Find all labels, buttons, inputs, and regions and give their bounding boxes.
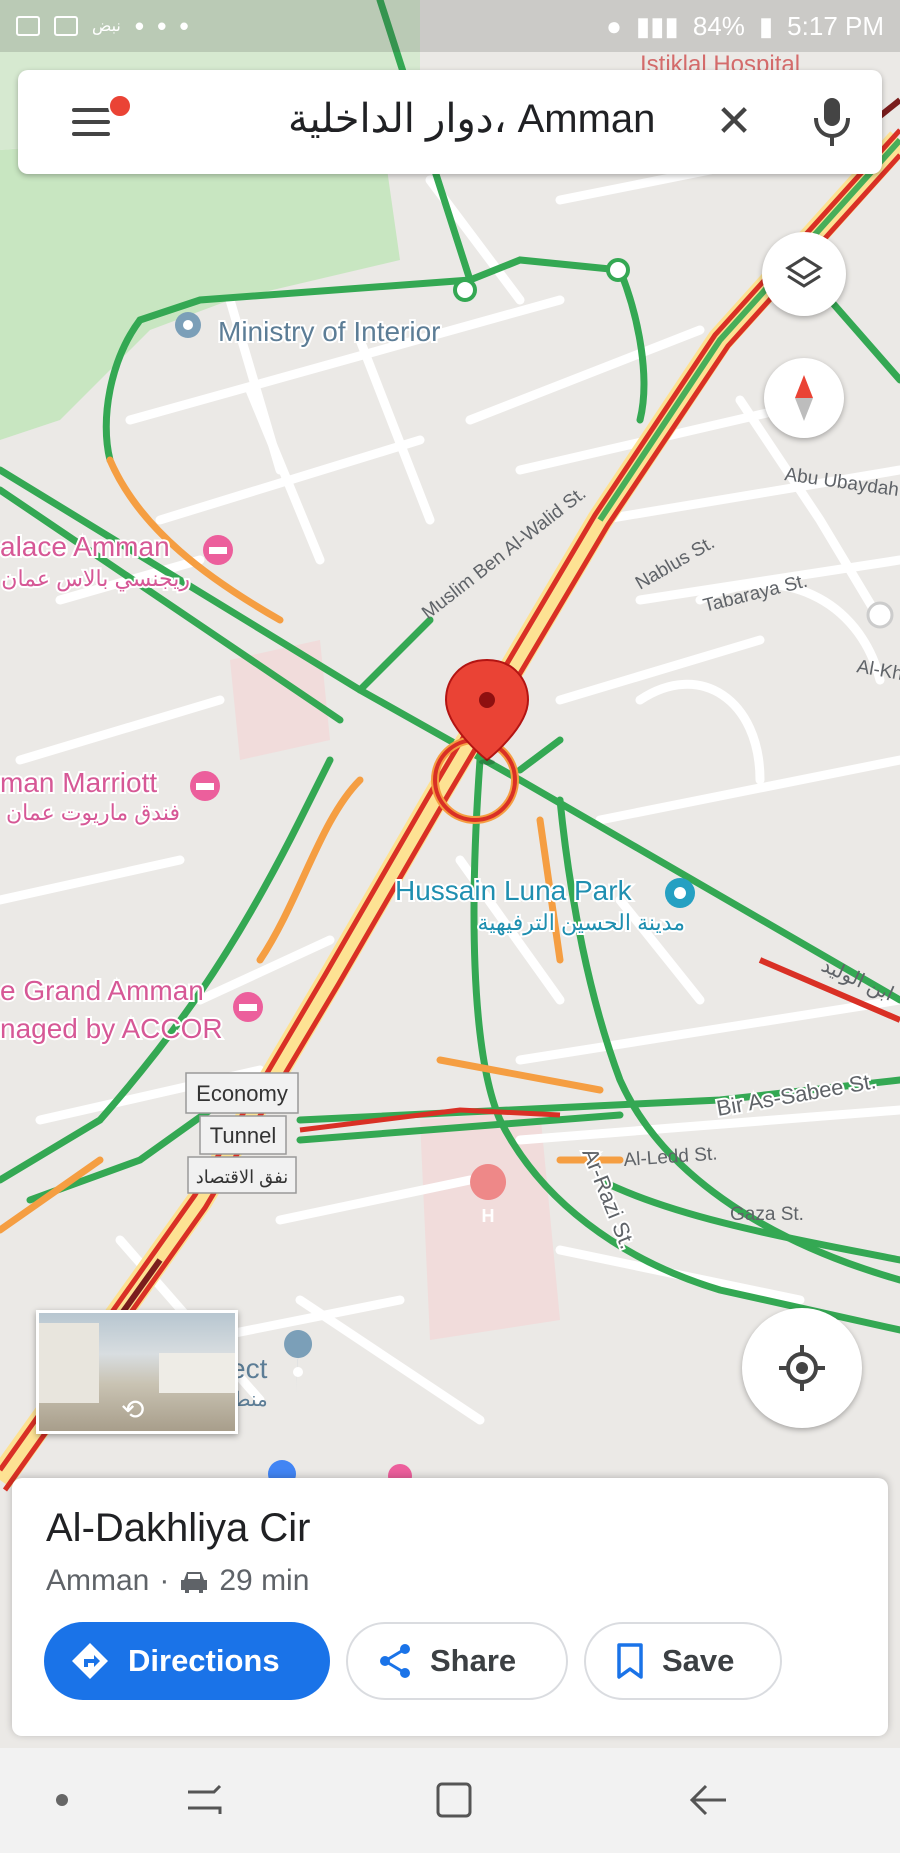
place-card[interactable]: Al-Dakhliya Cir Amman · 29 min Direction… xyxy=(12,1478,888,1736)
tunnel-label-box: Economy Tunnel نفق الاقتصاد xyxy=(185,1072,299,1194)
place-pin-icon[interactable] xyxy=(284,1330,313,1392)
label-tunnel: Tunnel xyxy=(210,1123,276,1148)
status-left: نبض • • • xyxy=(16,11,192,42)
label-al-kh: Al-Kh xyxy=(855,656,900,685)
place-title: Al-Dakhliya Cir xyxy=(46,1506,311,1550)
more-notifications-icon: • • • xyxy=(134,10,192,41)
ministry-poi-icon[interactable] xyxy=(175,312,201,338)
share-button[interactable]: Share xyxy=(346,1622,568,1700)
compass-button[interactable] xyxy=(764,358,844,438)
hotel-icon[interactable] xyxy=(203,535,233,565)
label-grand-amman: e Grand Amman xyxy=(0,975,204,1006)
directions-icon xyxy=(72,1643,108,1679)
label-marriott: man Marriott xyxy=(0,767,157,798)
label-nablus-st: Nablus St. xyxy=(632,532,718,594)
notification-dot-icon xyxy=(108,94,132,118)
junction xyxy=(453,278,477,302)
location-icon: ● xyxy=(606,10,622,41)
clock: 5:17 PM xyxy=(787,10,884,41)
label-gaza-st: Gaza St. xyxy=(730,1204,804,1225)
search-input[interactable]: دوار الداخلية، Amman xyxy=(288,96,655,142)
label-luna-park-ar: مدينة الحسين الترفيهية xyxy=(478,910,685,936)
rotate-360-icon: ⟲ xyxy=(121,1394,145,1425)
svg-text:H: H xyxy=(482,1206,495,1226)
layers-icon xyxy=(785,256,823,288)
label-economy: Economy xyxy=(196,1081,288,1106)
battery-percent: 84% xyxy=(692,10,745,41)
street-view-building xyxy=(159,1353,235,1393)
crosshair-icon xyxy=(779,1345,825,1391)
label-tabaraya-st: Tabaraya St. xyxy=(701,571,810,617)
nav-dot-icon[interactable] xyxy=(50,1778,74,1822)
my-location-button[interactable] xyxy=(742,1308,862,1428)
share-icon xyxy=(380,1644,410,1678)
label-regency-palace: alace Amman xyxy=(0,531,170,562)
hotel-icon[interactable] xyxy=(233,992,263,1022)
bookmark-icon xyxy=(617,1643,643,1679)
search-bar[interactable]: دوار الداخلية، Amman ✕ xyxy=(18,70,882,174)
microphone-icon[interactable] xyxy=(808,94,856,150)
label-al-ledd: Al-Ledd St. xyxy=(623,1143,718,1171)
system-nav-bar xyxy=(0,1748,900,1853)
share-label: Share xyxy=(430,1643,517,1678)
recent-apps-icon[interactable] xyxy=(184,1778,224,1822)
clear-search-icon[interactable]: ✕ xyxy=(708,96,760,148)
drive-time: 29 min xyxy=(219,1564,310,1597)
menu-button[interactable] xyxy=(62,94,132,148)
car-icon xyxy=(181,1572,208,1593)
place-subtitle: Amman · 29 min xyxy=(46,1564,309,1598)
label-al-waleed-ar: ابن الوليد xyxy=(818,954,897,1005)
carrier-text: نبض xyxy=(92,18,121,35)
label-marriott-ar: فندق ماريوت عمان xyxy=(6,800,180,826)
compass-icon xyxy=(795,375,813,421)
save-button[interactable]: Save xyxy=(584,1622,782,1700)
battery-icon: ▮ xyxy=(758,10,774,41)
status-bar: نبض • • • ● ▮▮▮ 84% ▮ 5:17 PM xyxy=(0,0,900,52)
junction xyxy=(606,258,630,282)
home-icon[interactable] xyxy=(432,1778,476,1822)
layers-button[interactable] xyxy=(762,232,846,316)
label-ministry-interior: Ministry of Interior xyxy=(218,316,441,347)
label-grand-amman-2: naged by ACCOR xyxy=(0,1013,223,1044)
label-tunnel-ar: نفق الاقتصاد xyxy=(196,1167,289,1188)
street-view-thumbnail[interactable]: ⟲ xyxy=(36,1310,238,1434)
save-label: Save xyxy=(662,1643,735,1678)
directions-button[interactable]: Directions xyxy=(44,1622,330,1700)
label-luna-park: Hussain Luna Park xyxy=(395,875,633,906)
street-view-building xyxy=(39,1323,99,1403)
directions-label: Directions xyxy=(128,1643,280,1678)
separator-dot: · xyxy=(159,1564,170,1597)
junction xyxy=(866,601,894,629)
signal-icon: ▮▮▮ xyxy=(635,10,679,41)
park-poi-icon[interactable] xyxy=(665,878,695,908)
back-icon[interactable] xyxy=(686,1778,730,1822)
hotel-icon[interactable] xyxy=(190,771,220,801)
status-right: ● ▮▮▮ 84% ▮ 5:17 PM xyxy=(606,11,884,42)
place-city: Amman xyxy=(46,1564,150,1597)
label-regency-palace-ar: ريجنسي بالاس عمان xyxy=(1,566,190,592)
screen-icon xyxy=(54,16,78,36)
gallery-icon xyxy=(16,16,40,36)
